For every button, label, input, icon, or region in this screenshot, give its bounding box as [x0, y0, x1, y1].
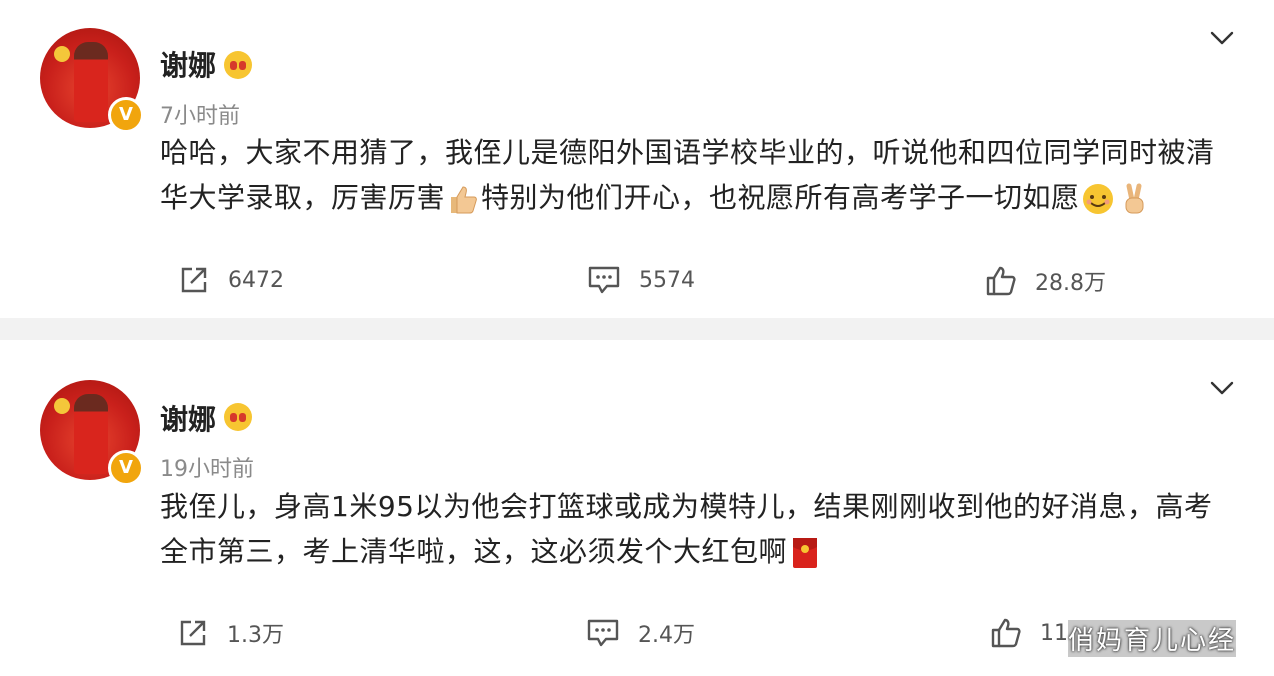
- comment-button[interactable]: 5574: [587, 264, 695, 296]
- weibo-post-card: V 谢娜 7小时前 哈哈，大家不用猜了，我侄儿是德阳外国语学校毕业的，听说他和四…: [0, 0, 1274, 318]
- chevron-down-icon[interactable]: [1210, 30, 1234, 46]
- post-time[interactable]: 7小时前: [160, 98, 240, 130]
- smile-icon: [1082, 184, 1113, 214]
- post-text-segment: 我侄儿，身高1米95以为他会打篮球或成为模特儿，结果刚刚收到他的好消息，高考全市…: [160, 490, 1213, 568]
- verified-badge-icon: V: [108, 450, 144, 486]
- vip-crown-icon: [224, 51, 252, 79]
- red-envelope-icon: [793, 538, 818, 568]
- comment-button[interactable]: 2.4万: [586, 617, 695, 649]
- like-button[interactable]: 11: [990, 617, 1068, 649]
- vip-crown-icon: [224, 403, 252, 431]
- username[interactable]: 谢娜: [160, 398, 216, 438]
- post-text: 哈哈，大家不用猜了，我侄儿是德阳外国语学校毕业的，听说他和四位同学同时被清华大学…: [160, 130, 1240, 220]
- victory-hand-icon: [1125, 183, 1144, 214]
- post-text: 我侄儿，身高1米95以为他会打篮球或成为模特儿，结果刚刚收到他的好消息，高考全市…: [160, 484, 1240, 574]
- repost-button[interactable]: 1.3万: [177, 617, 284, 649]
- repost-button[interactable]: 6472: [178, 264, 284, 296]
- watermark: 俏妈育儿心经: [1068, 620, 1237, 657]
- thumbs-up-outline-icon: [986, 266, 1016, 296]
- comment-icon: [587, 619, 619, 647]
- post-time[interactable]: 19小时前: [160, 451, 254, 483]
- lantern-decoration: [54, 398, 70, 414]
- repost-count: 1.3万: [227, 623, 284, 648]
- thumbs-up-outline-icon: [991, 618, 1021, 648]
- comment-count: 5574: [639, 267, 695, 293]
- lantern-decoration: [54, 46, 70, 62]
- repost-count: 6472: [228, 267, 284, 293]
- username[interactable]: 谢娜: [160, 44, 216, 84]
- verified-badge-icon: V: [108, 97, 144, 133]
- share-icon: [181, 267, 207, 293]
- comment-count: 2.4万: [638, 623, 695, 648]
- like-count: 11: [1040, 620, 1068, 646]
- thumbs-up-icon: [451, 186, 477, 214]
- like-count: 28.8万: [1035, 271, 1106, 296]
- like-button[interactable]: 28.8万: [985, 265, 1106, 297]
- post-text-segment: 特别为他们开心，也祝愿所有高考学子一切如愿: [481, 181, 1080, 214]
- avatar-figure: [74, 42, 108, 122]
- chevron-down-icon[interactable]: [1210, 380, 1234, 396]
- avatar-figure: [74, 394, 108, 474]
- share-icon: [180, 620, 206, 646]
- comment-icon: [588, 266, 620, 294]
